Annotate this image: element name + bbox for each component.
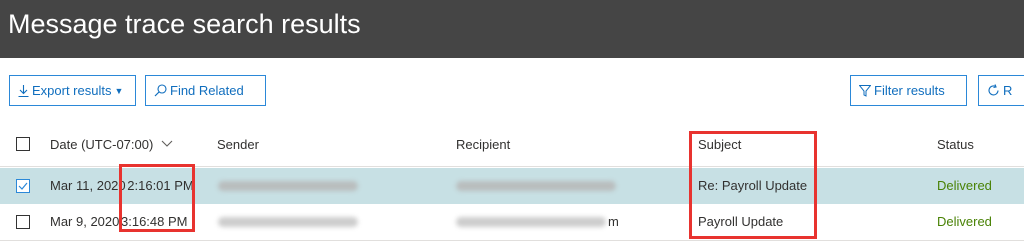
export-results-button[interactable]: Export results ▼ <box>9 75 136 106</box>
recipient-redacted <box>456 181 616 191</box>
date-value: Mar 9, 2020 <box>50 214 120 229</box>
column-header-status[interactable]: Status <box>937 137 974 152</box>
refresh-label: R <box>1003 83 1013 98</box>
column-header-date-label: Date (UTC-07:00) <box>50 137 154 152</box>
recipient-redacted <box>456 217 606 227</box>
column-header-recipient[interactable]: Recipient <box>456 137 510 152</box>
check-icon <box>18 182 28 190</box>
filter-results-label: Filter results <box>874 83 945 98</box>
find-related-button[interactable]: Find Related <box>145 75 266 106</box>
sender-redacted <box>218 217 358 227</box>
export-results-label: Export results <box>32 83 112 98</box>
download-icon <box>18 85 29 98</box>
time-highlight-box <box>119 164 195 232</box>
find-related-label: Find Related <box>170 83 244 98</box>
status-cell: Delivered <box>937 214 992 229</box>
search-icon <box>154 84 167 97</box>
title-bar: Message trace search results <box>0 0 1024 58</box>
row-checkbox[interactable] <box>16 215 30 229</box>
chevron-down-icon <box>161 140 173 147</box>
refresh-icon <box>988 84 999 96</box>
sender-redacted <box>218 181 358 191</box>
column-header-sender[interactable]: Sender <box>217 137 259 152</box>
column-header-date[interactable]: Date (UTC-07:00) <box>50 137 173 152</box>
filter-icon <box>858 85 872 97</box>
refresh-button[interactable]: R <box>978 75 1024 106</box>
status-cell: Delivered <box>937 178 992 193</box>
page-title: Message trace search results <box>8 9 361 39</box>
recipient-tail: m <box>608 214 619 229</box>
caret-down-icon: ▼ <box>114 86 124 96</box>
select-all-checkbox[interactable] <box>16 137 30 151</box>
subject-highlight-box <box>689 131 817 239</box>
date-value: Mar 11, 2020 <box>50 178 126 193</box>
row-checkbox[interactable] <box>16 179 30 193</box>
filter-results-button[interactable]: Filter results <box>850 75 967 106</box>
